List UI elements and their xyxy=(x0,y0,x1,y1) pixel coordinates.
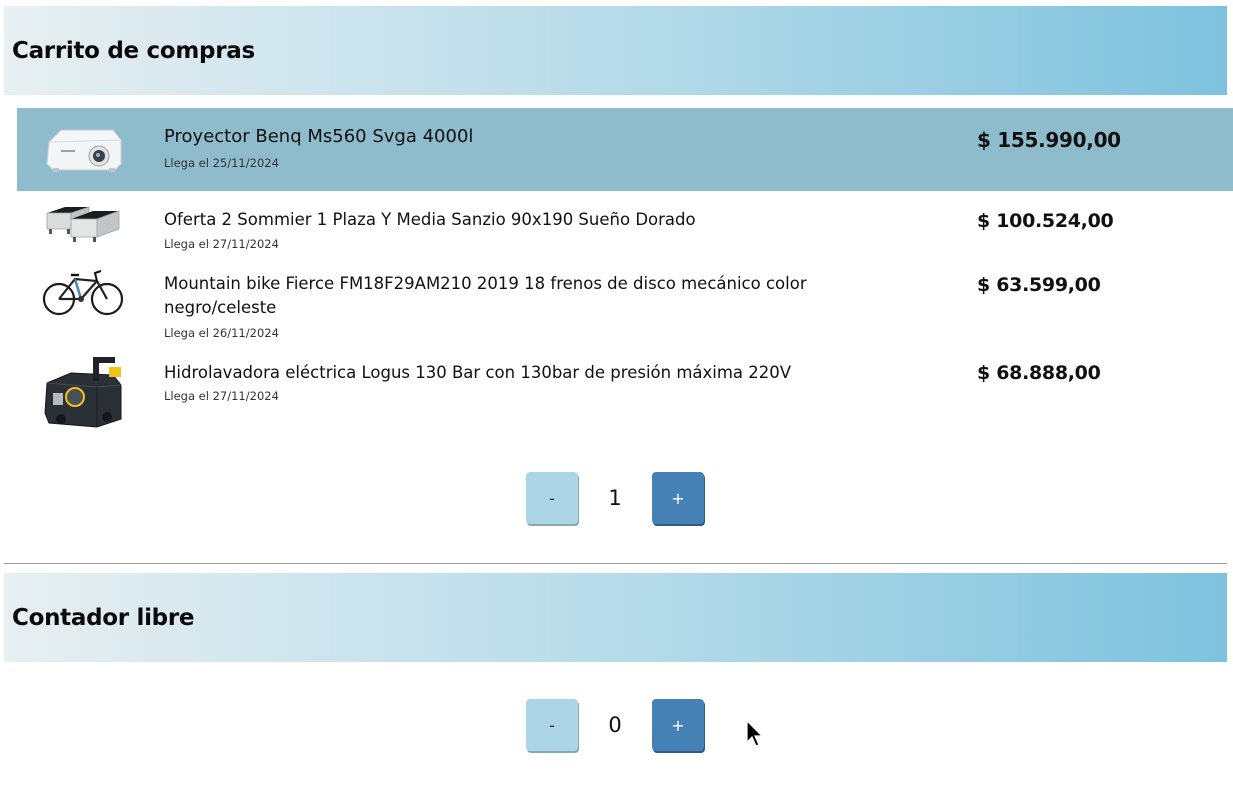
cart-item-eta: Llega el 25/11/2024 xyxy=(164,156,279,170)
free-counter-section-title: Contador libre xyxy=(12,604,195,631)
projector-icon xyxy=(41,116,125,180)
cart-item-mattress[interactable]: Oferta 2 Sommier 1 Plaza Y Media Sanzio … xyxy=(17,195,1233,257)
cart-item-price: $ 155.990,00 xyxy=(977,128,1121,152)
cart-item-price: $ 100.524,00 xyxy=(977,210,1114,232)
cart-item-title[interactable]: Oferta 2 Sommier 1 Plaza Y Media Sanzio … xyxy=(164,208,864,232)
cart-section-title: Carrito de compras xyxy=(12,37,255,64)
cart-item-bicycle[interactable]: Mountain bike Fierce FM18F29AM210 2019 1… xyxy=(17,265,1233,349)
mattress-icon xyxy=(41,199,125,249)
cart-item-projector[interactable]: Proyector Benq Ms560 Svga 4000l Llega el… xyxy=(17,108,1233,191)
mouse-cursor-icon xyxy=(746,719,766,748)
cart-section-header: Carrito de compras xyxy=(4,6,1227,95)
quantity-value: 1 xyxy=(608,486,622,510)
free-counter-section-header: Contador libre xyxy=(4,573,1227,662)
decrement-button[interactable]: - xyxy=(526,699,578,751)
free-counter: - 0 + xyxy=(526,699,706,753)
bicycle-icon xyxy=(41,265,125,321)
decrement-button[interactable]: - xyxy=(526,472,578,524)
page: Carrito de compras Proyector Benq Ms560 … xyxy=(0,0,1233,805)
cart-item-price: $ 63.599,00 xyxy=(977,274,1101,296)
section-divider xyxy=(4,563,1227,564)
pressure-washer-icon xyxy=(41,353,125,431)
cart-quantity-counter: - 1 + xyxy=(526,472,706,526)
cart-item-pressure-washer[interactable]: Hidrolavadora eléctrica Logus 130 Bar co… xyxy=(17,353,1233,435)
cart-item-title[interactable]: Hidrolavadora eléctrica Logus 130 Bar co… xyxy=(164,361,864,385)
cart-item-title[interactable]: Mountain bike Fierce FM18F29AM210 2019 1… xyxy=(164,272,864,320)
increment-button[interactable]: + xyxy=(652,472,704,524)
cart-item-eta: Llega el 27/11/2024 xyxy=(164,237,279,251)
increment-button[interactable]: + xyxy=(652,699,704,751)
counter-value: 0 xyxy=(608,713,622,737)
cart-item-eta: Llega el 27/11/2024 xyxy=(164,389,279,403)
cart-item-price: $ 68.888,00 xyxy=(977,362,1101,384)
cart-item-title[interactable]: Proyector Benq Ms560 Svga 4000l xyxy=(164,125,864,149)
cart-item-eta: Llega el 26/11/2024 xyxy=(164,326,279,340)
